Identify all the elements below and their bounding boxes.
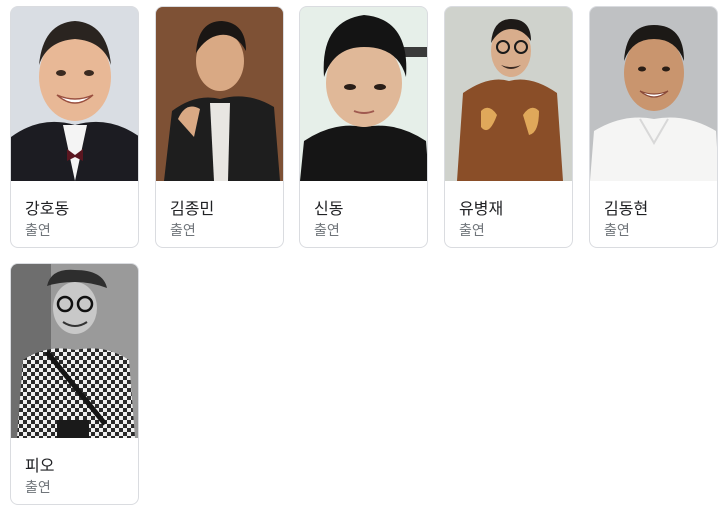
cast-role: 출연	[25, 223, 51, 239]
cast-role: 출연	[25, 480, 51, 496]
cast-name: 강호동	[25, 199, 70, 218]
cast-photo	[11, 7, 138, 181]
cast-photo	[156, 7, 283, 181]
cast-name: 유병재	[459, 199, 504, 218]
cast-photo	[445, 7, 572, 181]
cast-role: 출연	[170, 223, 196, 239]
cast-photo	[590, 7, 717, 181]
cast-role: 출연	[459, 223, 485, 239]
cast-name: 신동	[314, 199, 344, 218]
cast-card[interactable]: 강호동 출연	[10, 6, 139, 248]
cast-photo	[11, 264, 138, 438]
cast-name: 김동현	[604, 199, 649, 218]
cast-name: 피오	[25, 456, 55, 475]
cast-card[interactable]: 김동현 출연	[589, 6, 718, 248]
cast-card[interactable]: 신동 출연	[299, 6, 428, 248]
cast-photo	[300, 7, 427, 181]
cast-card[interactable]: 김종민 출연	[155, 6, 284, 248]
cast-name: 김종민	[170, 199, 215, 218]
cast-role: 출연	[604, 223, 630, 239]
cast-grid: 강호동 출연 김종민 출연 신동 출연 유병재 출연 김동현 출연 피오 출연	[0, 0, 728, 513]
cast-role: 출연	[314, 223, 340, 239]
cast-card[interactable]: 피오 출연	[10, 263, 139, 505]
cast-card[interactable]: 유병재 출연	[444, 6, 573, 248]
